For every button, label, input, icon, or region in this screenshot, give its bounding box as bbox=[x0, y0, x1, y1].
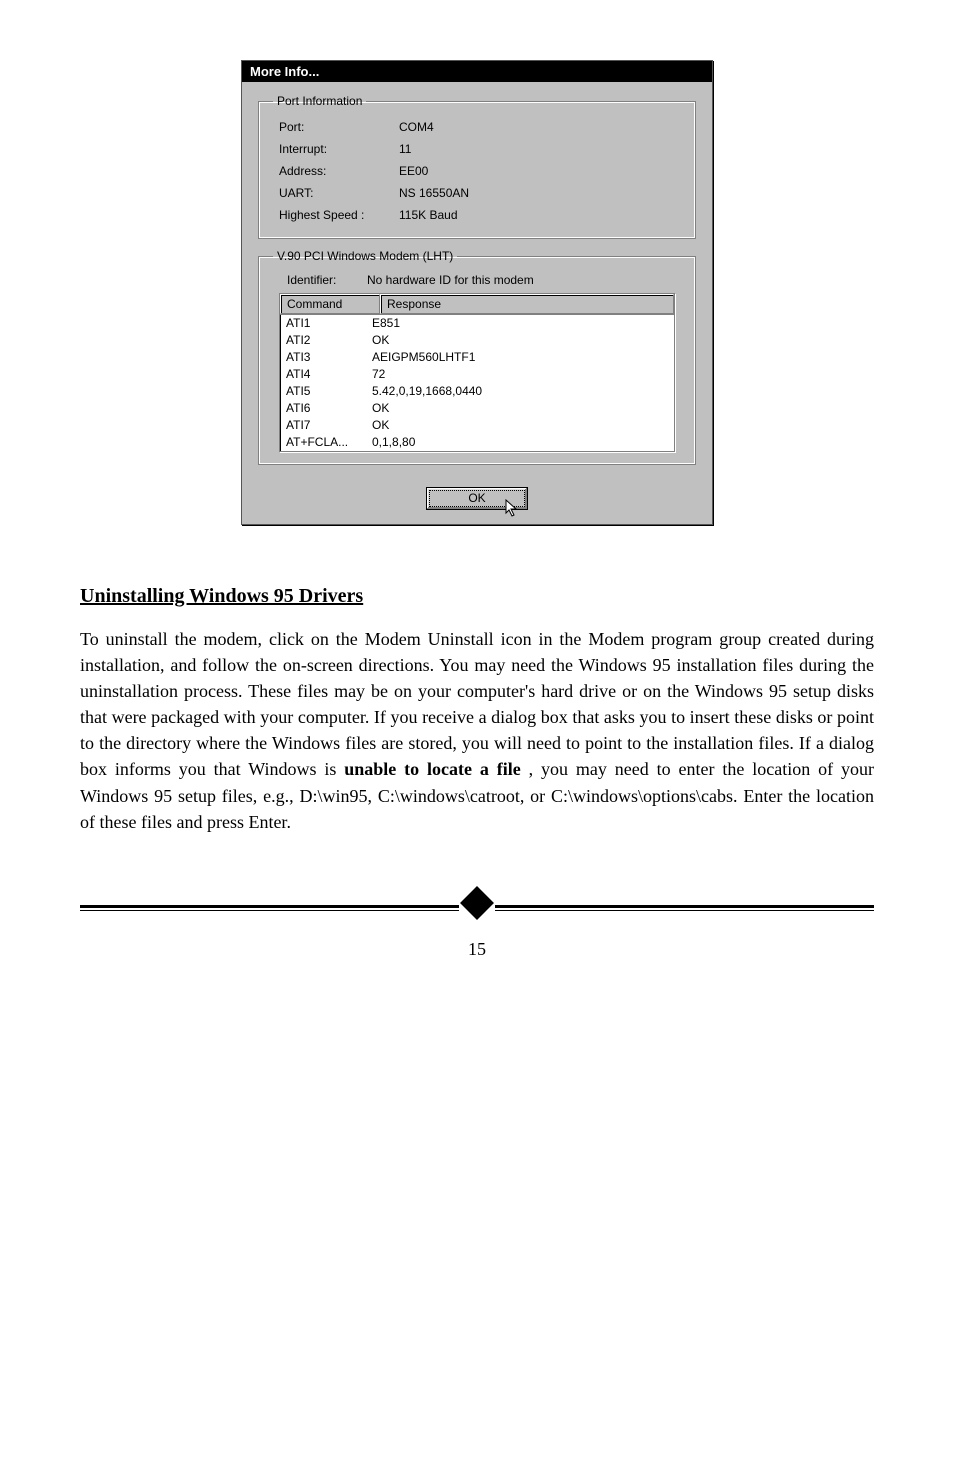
identifier-row: Identifier: No hardware ID for this mode… bbox=[273, 271, 681, 293]
highest-speed-value: 115K Baud bbox=[399, 208, 681, 222]
list-row[interactable]: ATI2 OK bbox=[280, 332, 674, 349]
header-command[interactable]: Command bbox=[280, 294, 380, 314]
highest-speed-label: Highest Speed : bbox=[273, 208, 399, 222]
page-number: 15 bbox=[80, 939, 874, 960]
at-command-list[interactable]: Command Response ATI1 E851 ATI2 OK bbox=[279, 293, 675, 452]
modem-group-legend: V.90 PCI Windows Modem (LHT) bbox=[273, 249, 457, 263]
document-page: More Info... Port Information Port: COM4… bbox=[0, 0, 954, 1035]
screenshot-container: More Info... Port Information Port: COM4… bbox=[80, 60, 874, 525]
port-value: COM4 bbox=[399, 120, 681, 134]
address-value: EE00 bbox=[399, 164, 681, 178]
list-cell-command: ATI6 bbox=[286, 400, 372, 417]
uart-value: NS 16550AN bbox=[399, 186, 681, 200]
list-cell-response: AEIGPM560LHTF1 bbox=[372, 349, 668, 366]
dialog-button-row: OK bbox=[258, 475, 696, 510]
interrupt-label: Interrupt: bbox=[273, 142, 399, 156]
list-row[interactable]: ATI3 AEIGPM560LHTF1 bbox=[280, 349, 674, 366]
list-row[interactable]: ATI7 OK bbox=[280, 417, 674, 434]
header-response[interactable]: Response bbox=[380, 294, 674, 314]
list-row[interactable]: ATI4 72 bbox=[280, 366, 674, 383]
section-heading: Uninstalling Windows 95 Drivers bbox=[80, 585, 874, 608]
list-cell-response: 72 bbox=[372, 366, 668, 383]
diamond-icon bbox=[460, 886, 494, 920]
port-row: Port: COM4 bbox=[273, 116, 681, 138]
paragraph-pre: To uninstall the modem, click on the Mod… bbox=[80, 629, 874, 779]
list-cell-command: ATI5 bbox=[286, 383, 372, 400]
interrupt-value: 11 bbox=[399, 142, 681, 156]
list-cell-command: AT+FCLA... bbox=[286, 434, 372, 451]
list-cell-command: ATI1 bbox=[286, 315, 372, 332]
list-body: ATI1 E851 ATI2 OK ATI3 AEIGPM560LHTF1 bbox=[280, 315, 674, 451]
list-cell-response: 0,1,8,80 bbox=[372, 434, 668, 451]
list-cell-response: 5.42,0,19,1668,0440 bbox=[372, 383, 668, 400]
list-row[interactable]: ATI1 E851 bbox=[280, 315, 674, 332]
list-cell-response: OK bbox=[372, 400, 668, 417]
interrupt-row: Interrupt: 11 bbox=[273, 138, 681, 160]
modem-group: V.90 PCI Windows Modem (LHT) Identifier:… bbox=[258, 249, 696, 465]
list-row[interactable]: ATI6 OK bbox=[280, 400, 674, 417]
uart-label: UART: bbox=[273, 186, 399, 200]
address-row: Address: EE00 bbox=[273, 160, 681, 182]
uart-row: UART: NS 16550AN bbox=[273, 182, 681, 204]
highest-speed-row: Highest Speed : 115K Baud bbox=[273, 204, 681, 226]
list-cell-command: ATI7 bbox=[286, 417, 372, 434]
port-label: Port: bbox=[273, 120, 399, 134]
identifier-label: Identifier: bbox=[287, 273, 367, 287]
list-cell-response: OK bbox=[372, 332, 668, 349]
list-row[interactable]: AT+FCLA... 0,1,8,80 bbox=[280, 434, 674, 451]
port-information-legend: Port Information bbox=[273, 94, 366, 108]
list-cell-command: ATI4 bbox=[286, 366, 372, 383]
more-info-dialog: More Info... Port Information Port: COM4… bbox=[241, 60, 713, 525]
page-footer: 15 bbox=[80, 905, 874, 985]
list-cell-response: OK bbox=[372, 417, 668, 434]
dialog-client-area: Port Information Port: COM4 Interrupt: 1… bbox=[242, 82, 712, 524]
identifier-value: No hardware ID for this modem bbox=[367, 273, 681, 287]
list-row[interactable]: ATI5 5.42,0,19,1668,0440 bbox=[280, 383, 674, 400]
port-information-group: Port Information Port: COM4 Interrupt: 1… bbox=[258, 94, 696, 239]
body-paragraph: To uninstall the modem, click on the Mod… bbox=[80, 626, 874, 835]
list-header: Command Response bbox=[280, 294, 674, 315]
address-label: Address: bbox=[273, 164, 399, 178]
emphasis-unable-to-locate: unable to locate a file bbox=[344, 759, 521, 779]
list-cell-response: E851 bbox=[372, 315, 668, 332]
cursor-icon bbox=[505, 499, 521, 519]
dialog-title-bar: More Info... bbox=[242, 61, 712, 82]
footer-ornament-wrap bbox=[459, 891, 495, 920]
list-cell-command: ATI2 bbox=[286, 332, 372, 349]
list-cell-command: ATI3 bbox=[286, 349, 372, 366]
